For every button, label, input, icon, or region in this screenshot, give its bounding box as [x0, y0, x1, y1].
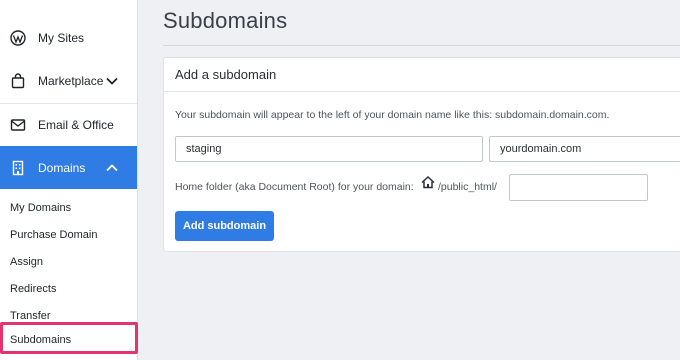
sidebar-item-label: My Sites — [38, 31, 85, 45]
title-divider — [163, 45, 680, 46]
home-icon — [421, 175, 435, 189]
sidebar-item-my-sites[interactable]: My Sites — [0, 17, 137, 59]
page-title: Subdomains — [163, 8, 288, 33]
card-title: Add a subdomain — [175, 67, 277, 82]
wordpress-icon — [10, 30, 26, 46]
sidebar-item-label: Marketplace — [38, 74, 104, 88]
add-subdomain-card: Add a subdomain Your subdomain will appe… — [163, 57, 680, 252]
sidebar-subitem-redirects[interactable]: Redirects — [10, 283, 56, 295]
add-subdomain-button[interactable]: Add subdomain — [175, 211, 274, 241]
building-icon — [10, 160, 26, 176]
add-subdomain-button-label: Add subdomain — [182, 220, 267, 232]
sidebar-item-label: Email & Office — [38, 118, 114, 132]
chevron-down-icon[interactable] — [105, 74, 119, 88]
sidebar-subitem-purchase-domain[interactable]: Purchase Domain — [10, 229, 97, 241]
sidebar-subitem-my-domains[interactable]: My Domains — [10, 202, 71, 214]
sidebar-item-label: Domains — [38, 160, 86, 175]
document-root-input[interactable] — [509, 174, 648, 201]
sidebar: My Sites Marketplace Email & Office Doma… — [0, 0, 138, 360]
subdomain-input-value: staging — [186, 143, 222, 155]
domain-select[interactable]: yourdomain.com — [489, 136, 680, 162]
sidebar-subitem-assign[interactable]: Assign — [10, 256, 43, 268]
help-text: Your subdomain will appear to the left o… — [175, 109, 610, 121]
card-header: Add a subdomain — [164, 58, 680, 92]
envelope-icon — [10, 117, 26, 133]
sidebar-item-domains[interactable]: Domains — [0, 146, 137, 189]
shopping-bag-icon — [10, 73, 26, 89]
domain-select-value: yourdomain.com — [500, 143, 582, 155]
sidebar-subitem-subdomains[interactable]: Subdomains — [10, 334, 71, 346]
sidebar-subitem-transfer[interactable]: Transfer — [10, 310, 51, 322]
home-folder-label: Home folder (aka Document Root) for your… — [175, 181, 414, 193]
chevron-up-icon[interactable] — [105, 161, 119, 175]
sidebar-item-email-office[interactable]: Email & Office — [0, 104, 137, 146]
folder-path-prefix: /public_html/ — [438, 181, 497, 193]
subdomain-input[interactable]: staging — [175, 136, 483, 162]
sidebar-item-marketplace[interactable]: Marketplace — [0, 60, 137, 102]
